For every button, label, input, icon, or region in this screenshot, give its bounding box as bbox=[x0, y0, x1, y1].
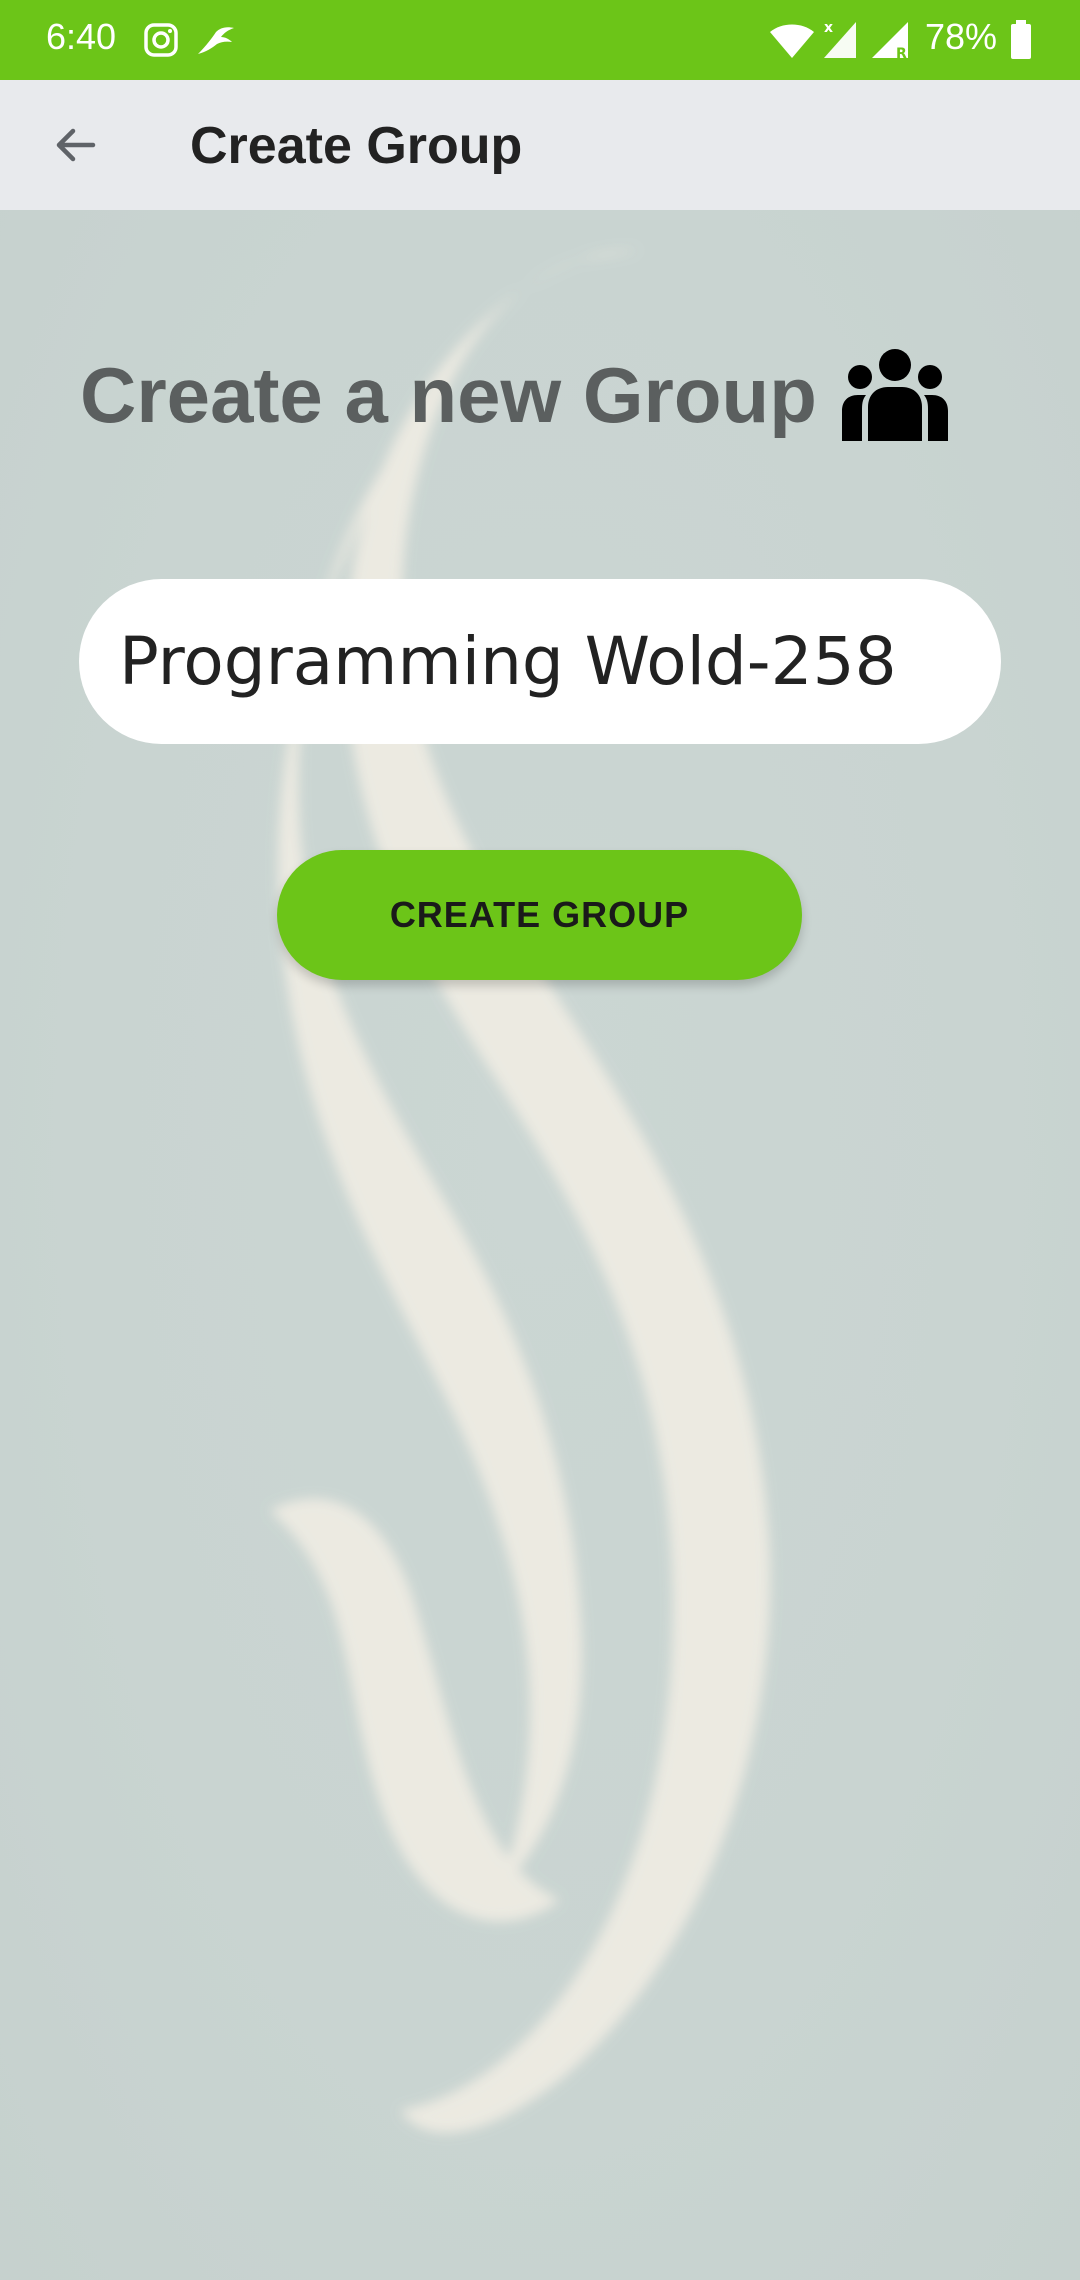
app-title: Create Group bbox=[190, 117, 523, 175]
back-button[interactable] bbox=[40, 110, 110, 180]
wifi-icon: x bbox=[770, 23, 814, 58]
status-time: 6:40 bbox=[46, 16, 117, 57]
background-swirl-decoration bbox=[270, 250, 771, 2133]
group-name-input[interactable] bbox=[79, 579, 1001, 744]
users-group-icon bbox=[842, 349, 948, 441]
svg-text:x: x bbox=[796, 23, 803, 37]
page-heading: Create a new Group bbox=[80, 351, 817, 439]
main-content: Create a new Group CREATE GROUP bbox=[0, 210, 1080, 2280]
battery-icon bbox=[1011, 20, 1031, 59]
bird-icon bbox=[198, 27, 234, 54]
app-bar: Create Group bbox=[0, 80, 1080, 210]
svg-text:x: x bbox=[824, 20, 833, 36]
arrow-back-icon bbox=[56, 128, 96, 162]
battery-percent: 78% bbox=[925, 16, 998, 57]
create-group-button[interactable]: CREATE GROUP bbox=[277, 850, 802, 980]
instagram-icon bbox=[144, 23, 178, 57]
svg-text:R: R bbox=[896, 46, 907, 60]
cell-signal-roaming-icon: R bbox=[872, 22, 908, 60]
cell-signal-icon: x bbox=[824, 20, 856, 58]
status-bar: 6:40 x x R 78% bbox=[0, 0, 1080, 80]
